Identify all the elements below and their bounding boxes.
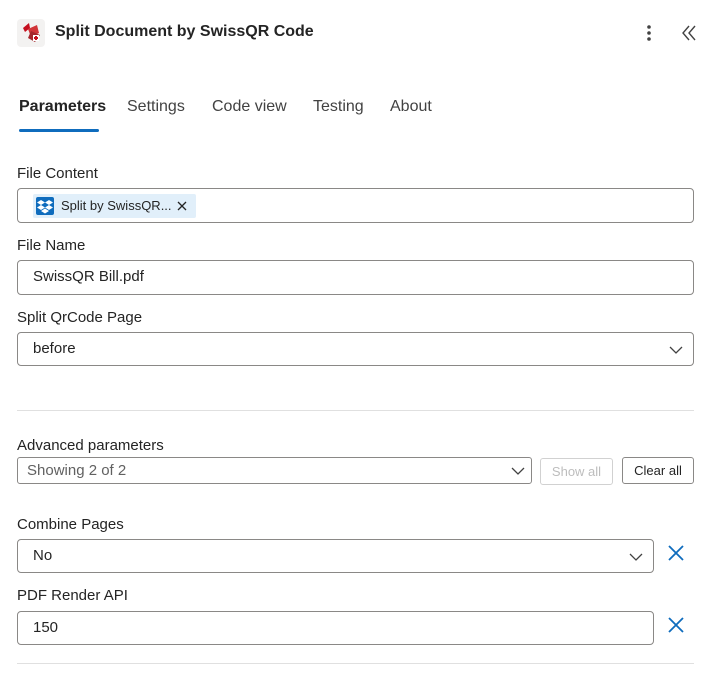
collapse-panel-button[interactable] — [677, 21, 701, 45]
section-divider — [17, 410, 694, 411]
chevron-down-icon — [629, 553, 643, 561]
tab-testing[interactable]: Testing — [313, 98, 364, 116]
close-icon — [668, 617, 684, 633]
close-icon — [668, 545, 684, 561]
pdf-render-api-value: 150 — [33, 619, 59, 636]
remove-combine-pages-button[interactable] — [666, 543, 686, 563]
split-page-dropdown[interactable]: before — [17, 332, 694, 366]
tab-about[interactable]: About — [390, 98, 432, 116]
chevron-down-icon — [669, 346, 683, 354]
file-name-input[interactable]: SwissQR Bill.pdf — [17, 260, 694, 295]
split-page-value: before — [33, 340, 76, 357]
combine-pages-dropdown[interactable]: No — [17, 539, 654, 573]
dropbox-icon — [36, 197, 54, 215]
file-name-label: File Name — [17, 237, 86, 254]
clear-all-button[interactable]: Clear all — [622, 457, 694, 484]
advanced-params-label: Advanced parameters — [17, 437, 164, 454]
remove-pdf-render-api-button[interactable] — [666, 615, 686, 635]
app-title: Split Document by SwissQR Code — [55, 23, 314, 40]
tab-settings[interactable]: Settings — [127, 98, 185, 116]
combine-pages-value: No — [33, 547, 53, 564]
bottom-divider — [17, 663, 694, 664]
more-vertical-icon — [647, 25, 651, 41]
dynamic-content-token[interactable]: Split by SwissQR... — [33, 194, 196, 218]
pdf-render-api-label: PDF Render API — [17, 587, 128, 604]
file-content-field[interactable]: Split by SwissQR... — [17, 188, 694, 223]
advanced-params-dropdown[interactable]: Showing 2 of 2 — [17, 457, 532, 484]
tab-parameters[interactable]: Parameters — [19, 98, 106, 116]
tab-code-view[interactable]: Code view — [212, 98, 287, 116]
double-chevron-left-icon — [682, 25, 696, 41]
combine-pages-label: Combine Pages — [17, 516, 124, 533]
remove-token-button[interactable] — [175, 199, 189, 213]
pdf-render-api-input[interactable]: 150 — [17, 611, 654, 645]
file-content-label: File Content — [17, 165, 98, 182]
panel-header: Split Document by SwissQR Code — [17, 17, 697, 49]
file-name-value: SwissQR Bill.pdf — [33, 268, 144, 285]
advanced-params-value: Showing 2 of 2 — [27, 462, 127, 479]
chevron-down-icon — [511, 467, 525, 475]
split-page-label: Split QrCode Page — [17, 309, 143, 326]
more-options-button[interactable] — [637, 21, 661, 45]
active-tab-indicator — [19, 129, 99, 132]
token-label: Split by SwissQR... — [61, 198, 172, 213]
close-icon — [177, 201, 187, 211]
show-all-button[interactable]: Show all — [540, 458, 613, 485]
swissqr-app-logo — [17, 19, 45, 47]
